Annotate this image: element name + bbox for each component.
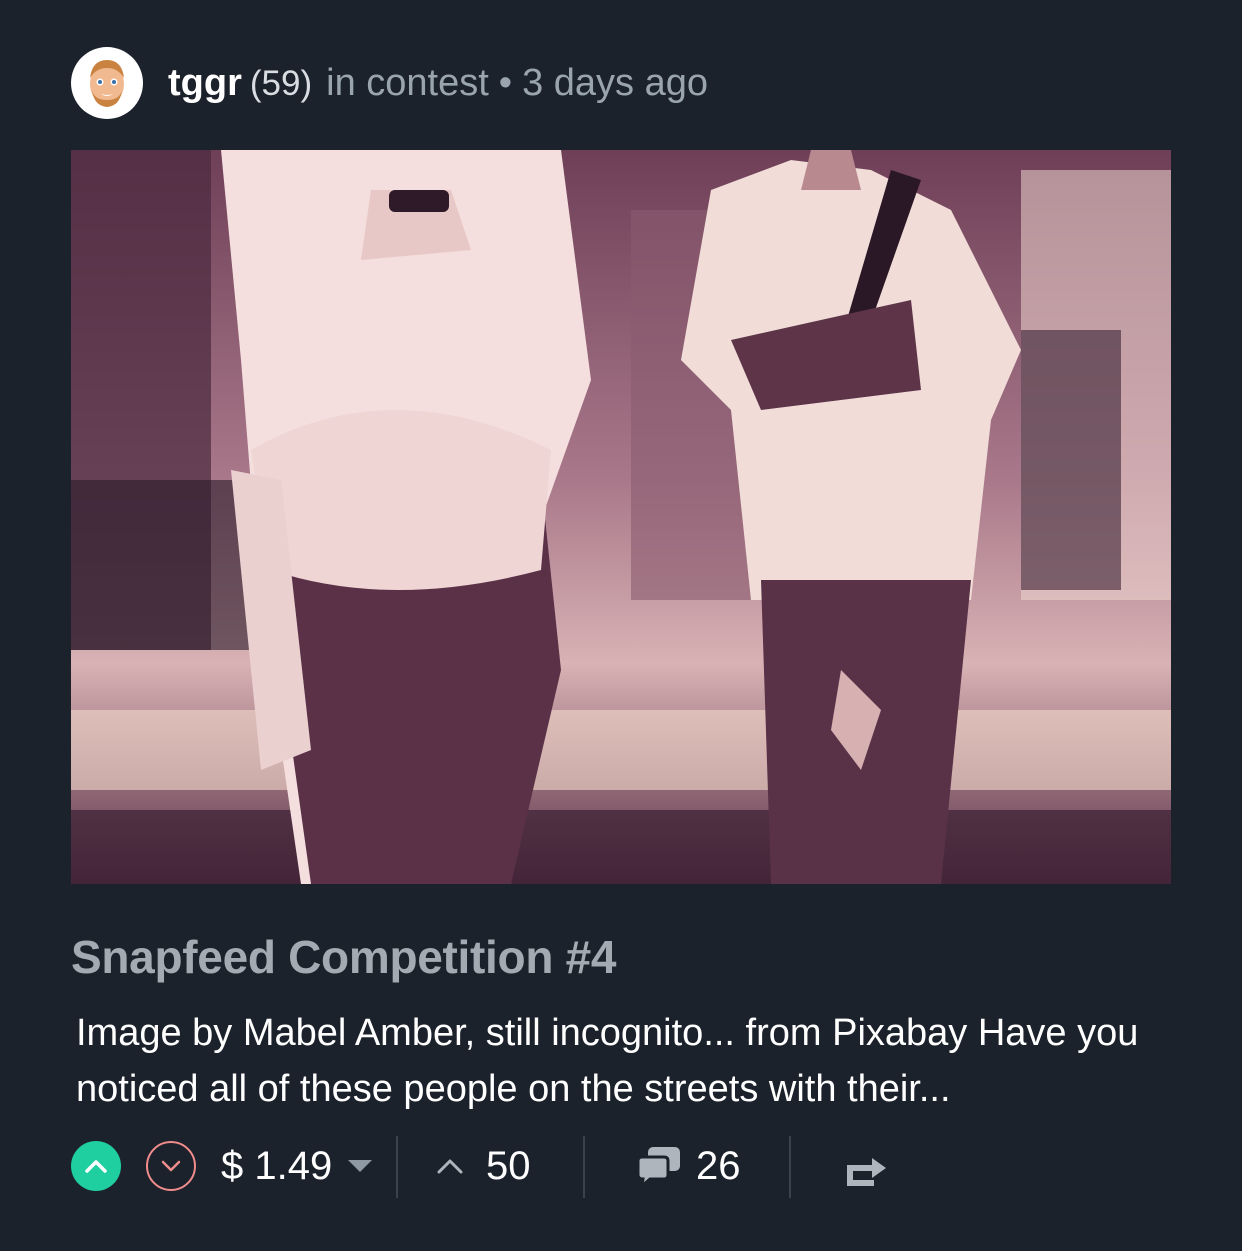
post-meta: tggr (59) in contest • 3 days ago (168, 62, 708, 105)
avatar[interactable] (71, 47, 143, 119)
post-actions: $ 1.49 50 26 (71, 1130, 1171, 1202)
reblog-button[interactable] (841, 1150, 891, 1190)
upvote-count-icon (437, 1159, 463, 1174)
post-header: tggr (59) in contest • 3 days ago (71, 47, 708, 119)
dropdown-caret-icon (348, 1160, 373, 1172)
downvote-button[interactable] (146, 1141, 196, 1191)
post-timestamp: 3 days ago (522, 61, 709, 104)
footer-divider (583, 1136, 585, 1198)
author-name[interactable]: tggr (168, 62, 242, 105)
payout-dropdown[interactable]: $ 1.49 (221, 1130, 373, 1202)
meta-separator: • (498, 61, 513, 104)
post-title[interactable]: Snapfeed Competition #4 (71, 930, 616, 984)
upvote-button[interactable] (71, 1141, 121, 1191)
vote-count-value: 50 (486, 1143, 531, 1188)
comments-icon (636, 1147, 680, 1187)
payout-amount: $ 1.49 (221, 1143, 333, 1188)
footer-divider (789, 1136, 791, 1198)
vote-count[interactable]: 50 (436, 1130, 531, 1202)
avatar-face-icon (90, 60, 124, 107)
comment-count: 26 (696, 1143, 741, 1188)
reblog-icon (847, 1158, 886, 1186)
post-category[interactable]: in contest (326, 62, 489, 105)
downvote-icon (161, 1160, 181, 1172)
footer-divider (396, 1136, 398, 1198)
author-reputation: (59) (249, 63, 313, 103)
post-image[interactable] (71, 150, 1171, 884)
comments-link[interactable]: 26 (636, 1130, 741, 1202)
post-excerpt[interactable]: Image by Mabel Amber, still incognito...… (76, 1005, 1166, 1117)
upvote-icon (85, 1160, 107, 1173)
